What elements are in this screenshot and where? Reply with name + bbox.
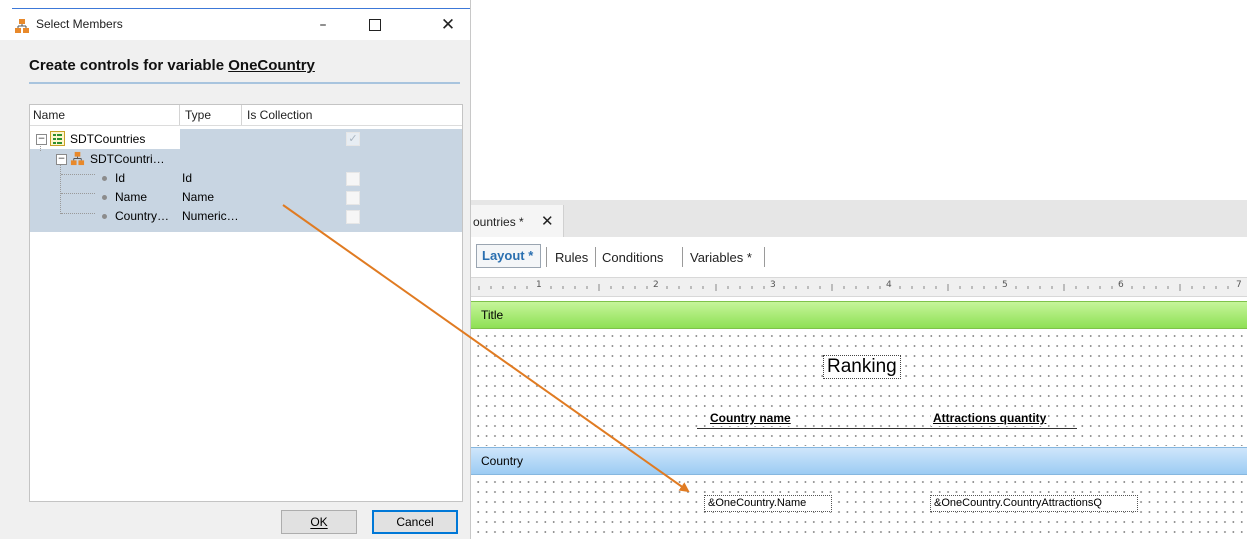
onecountry-name-control[interactable]: &OneCountry.Name bbox=[704, 495, 832, 512]
ruler-number: 7 bbox=[1236, 280, 1242, 290]
maximize-button[interactable] bbox=[352, 10, 398, 40]
band-label: Country bbox=[481, 454, 524, 468]
row-name: Name bbox=[115, 190, 148, 204]
attribute-dot-icon bbox=[102, 195, 107, 200]
row-type: Id bbox=[182, 171, 193, 185]
row-name: SDTCountri… bbox=[90, 152, 165, 166]
collapse-icon[interactable]: − bbox=[36, 134, 47, 145]
ruler-number: 4 bbox=[886, 280, 892, 290]
minimize-button[interactable]: – bbox=[300, 10, 346, 40]
tree-row[interactable]: Id Id bbox=[30, 169, 462, 188]
ok-label: OK bbox=[310, 515, 328, 529]
ranking-textblock[interactable]: Ranking bbox=[823, 355, 901, 379]
dialog-titlebar[interactable]: Select Members – ✕ bbox=[0, 0, 470, 40]
tab-layout[interactable]: Layout * bbox=[476, 244, 541, 268]
maximize-icon bbox=[369, 19, 381, 31]
variable-name: OneCountry bbox=[228, 57, 315, 74]
tab-separator bbox=[682, 247, 683, 267]
ruler-number: 6 bbox=[1118, 280, 1124, 290]
close-icon[interactable]: ✕ bbox=[541, 212, 554, 230]
members-tree[interactable]: Name Type Is Collection − SDTCountries ✓ bbox=[29, 104, 463, 502]
header-underline[interactable] bbox=[697, 428, 1077, 429]
is-collection-checkbox[interactable] bbox=[346, 210, 360, 224]
structure-icon bbox=[70, 151, 85, 166]
titlebar-accent-line bbox=[12, 8, 470, 9]
column-separator bbox=[241, 105, 242, 125]
tab-variables[interactable]: Variables * bbox=[690, 250, 752, 265]
row-name: SDTCountries bbox=[70, 132, 146, 146]
tree-row[interactable]: − SDTCountri… bbox=[30, 149, 462, 169]
printblock-country-band[interactable]: Country bbox=[471, 447, 1247, 475]
cancel-label: Cancel bbox=[396, 515, 434, 529]
tab-layout-label: Layout * bbox=[482, 248, 534, 263]
structure-icon bbox=[15, 19, 29, 33]
column-header-is-collection[interactable]: Is Collection bbox=[247, 108, 312, 122]
tab-separator bbox=[595, 247, 596, 267]
printblock-title-band[interactable]: Title bbox=[471, 301, 1247, 329]
band-label: Title bbox=[481, 308, 504, 322]
tree-header: Name Type Is Collection bbox=[30, 105, 462, 126]
attractions-quantity-header[interactable]: Attractions quantity bbox=[931, 410, 1049, 426]
heading-divider bbox=[29, 82, 460, 84]
tree-row[interactable]: − SDTCountries ✓ bbox=[30, 129, 462, 149]
tab-separator bbox=[764, 247, 765, 267]
row-type: Name bbox=[182, 190, 215, 204]
ruler-number: 1 bbox=[536, 280, 542, 290]
dialog-heading: Create controls for variable OneCountry bbox=[29, 57, 315, 74]
attribute-dot-icon bbox=[102, 214, 107, 219]
close-icon: ✕ bbox=[440, 15, 456, 35]
cancel-button[interactable]: Cancel bbox=[372, 510, 458, 534]
horizontal-ruler: 1 2 3 4 5 6 7 bbox=[471, 278, 1247, 297]
report-designer: ountries * ✕ Layout * Rules Conditions V… bbox=[471, 200, 1247, 539]
is-collection-checkbox[interactable]: ✓ bbox=[346, 132, 360, 146]
row-type: Numeric… bbox=[182, 209, 239, 223]
tab-conditions[interactable]: Conditions bbox=[602, 250, 663, 265]
row-name: Id bbox=[115, 171, 126, 185]
column-header-type[interactable]: Type bbox=[185, 108, 211, 122]
dialog-title: Select Members bbox=[36, 17, 123, 31]
tree-row[interactable]: Name Name bbox=[30, 188, 462, 207]
tab-rules[interactable]: Rules bbox=[555, 250, 588, 265]
is-collection-checkbox[interactable] bbox=[346, 172, 360, 186]
is-collection-checkbox[interactable] bbox=[346, 191, 360, 205]
collapse-icon[interactable]: − bbox=[56, 154, 67, 165]
document-tabstrip: ountries * ✕ bbox=[471, 200, 1247, 237]
document-tab-label: ountries * bbox=[473, 215, 524, 229]
column-separator bbox=[179, 105, 180, 125]
attribute-dot-icon bbox=[102, 176, 107, 181]
close-button[interactable]: ✕ bbox=[425, 10, 471, 40]
tree-row[interactable]: Country… Numeric… bbox=[30, 207, 462, 226]
tab-separator bbox=[546, 247, 547, 267]
sdt-icon bbox=[50, 131, 65, 146]
ruler-number: 5 bbox=[1002, 280, 1008, 290]
ok-button[interactable]: OK bbox=[281, 510, 357, 534]
column-header-name[interactable]: Name bbox=[33, 108, 65, 122]
ruler-number: 2 bbox=[653, 280, 659, 290]
onecountry-attractions-control[interactable]: &OneCountry.CountryAttractionsQ bbox=[930, 495, 1138, 512]
country-name-header[interactable]: Country name bbox=[708, 410, 793, 426]
row-name: Country… bbox=[115, 209, 170, 223]
ruler-number: 3 bbox=[770, 280, 776, 290]
ruler-ticks bbox=[478, 284, 1229, 291]
minimize-icon: – bbox=[319, 17, 327, 33]
document-tab[interactable]: ountries * ✕ bbox=[471, 205, 564, 237]
select-members-dialog: Select Members – ✕ Create controls for v… bbox=[0, 0, 471, 539]
editor-subtabs: Layout * Rules Conditions Variables * bbox=[471, 237, 1247, 278]
